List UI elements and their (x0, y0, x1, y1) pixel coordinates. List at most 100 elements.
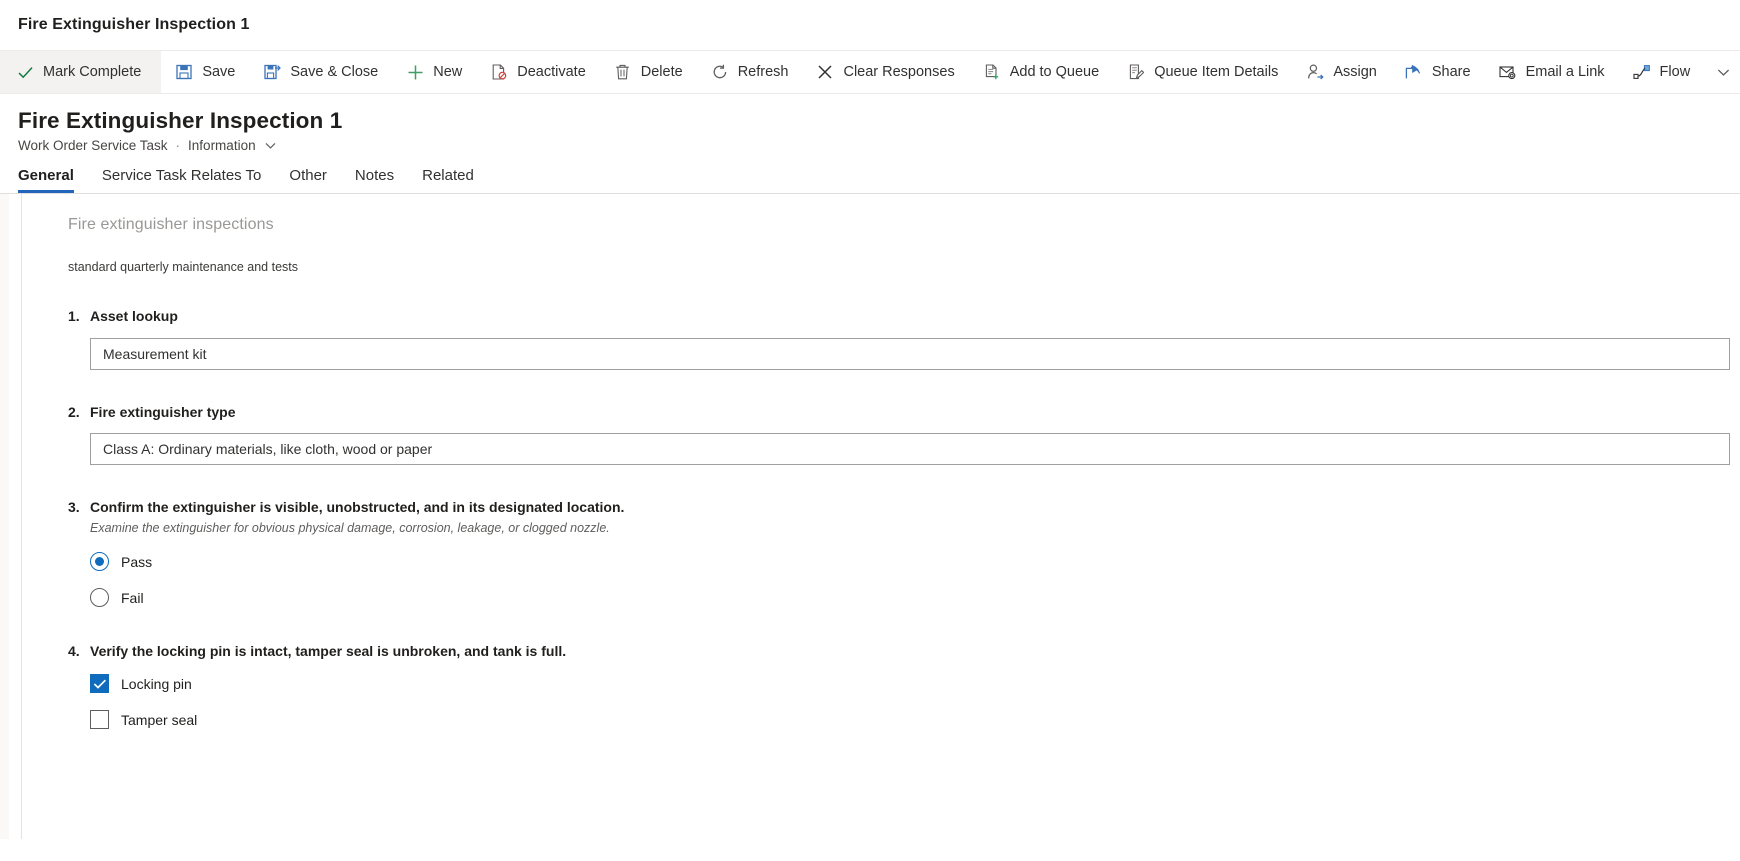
share-icon (1405, 63, 1423, 81)
save-icon (175, 63, 193, 81)
inspection-description: standard quarterly maintenance and tests (68, 259, 298, 274)
share-label: Share (1431, 64, 1471, 80)
checkbox-option-locking-pin[interactable]: Locking pin (90, 673, 1740, 695)
tab-service-task-relates-to[interactable]: Service Task Relates To (88, 167, 276, 193)
email-a-link-label: Email a Link (1525, 64, 1605, 80)
form-tab-list: General Service Task Relates To Other No… (0, 152, 1740, 193)
close-x-icon (816, 63, 834, 81)
email-a-link-button[interactable]: Email a Link (1485, 51, 1619, 93)
subtitle-separator: · (175, 137, 181, 153)
add-to-queue-label: Add to Queue (1009, 64, 1100, 80)
question-3-options: Pass Fail (90, 551, 1740, 609)
save-and-close-icon (263, 63, 281, 81)
add-to-queue-icon (983, 63, 1001, 81)
chevron-down-icon (1714, 63, 1732, 81)
question-1-label: Asset lookup (90, 307, 178, 324)
question-3: 3. Confirm the extinguisher is visible, … (22, 497, 1740, 609)
question-2-label: Fire extinguisher type (90, 403, 236, 420)
question-1: 1. Asset lookup Measurement kit (22, 306, 1740, 370)
question-4: 4. Verify the locking pin is intact, tam… (22, 641, 1740, 731)
share-button[interactable]: Share (1391, 51, 1485, 93)
fire-extinguisher-type-value: Class A: Ordinary materials, like cloth,… (103, 440, 433, 457)
flow-label: Flow (1659, 64, 1691, 80)
save-button[interactable]: Save (161, 51, 249, 93)
assign-person-icon (1306, 63, 1324, 81)
assign-label: Assign (1333, 64, 1377, 80)
question-1-number: 1. (68, 307, 80, 324)
tab-notes-label: Notes (354, 166, 395, 184)
save-and-close-label: Save & Close (290, 64, 379, 80)
deactivate-button[interactable]: Deactivate (476, 51, 600, 93)
queue-item-details-button[interactable]: Queue Item Details (1113, 51, 1292, 93)
tab-service-task-relates-to-label: Service Task Relates To (101, 166, 262, 184)
question-4-options: Locking pin Tamper seal (90, 673, 1740, 731)
question-2-number: 2. (68, 403, 80, 420)
radio-option-pass[interactable]: Pass (90, 551, 1740, 573)
delete-button[interactable]: Delete (600, 51, 697, 93)
fire-extinguisher-type-dropdown[interactable]: Class A: Ordinary materials, like cloth,… (90, 432, 1730, 465)
checkmark-icon (16, 63, 34, 81)
trash-icon (614, 63, 632, 81)
radio-option-fail-label: Fail (121, 589, 144, 606)
question-3-label: Confirm the extinguisher is visible, uno… (90, 498, 625, 515)
mark-complete-button[interactable]: Mark Complete (0, 51, 162, 93)
question-4-label: Verify the locking pin is intact, tamper… (90, 642, 567, 659)
radio-unchecked-icon[interactable] (90, 588, 109, 608)
new-label: New (433, 64, 463, 80)
left-rail (0, 193, 9, 839)
question-2: 2. Fire extinguisher type Class A: Ordin… (22, 402, 1740, 465)
asset-lookup-value: Measurement kit (103, 345, 207, 362)
radio-checked-icon[interactable] (90, 552, 109, 572)
refresh-label: Refresh (737, 64, 789, 80)
clear-responses-button[interactable]: Clear Responses (802, 51, 968, 93)
email-link-icon (1499, 63, 1517, 81)
tab-other[interactable]: Other (275, 167, 341, 193)
tab-related-label: Related (422, 166, 474, 184)
new-button[interactable]: New (392, 51, 476, 93)
inspection-form: Fire extinguisher inspections standard q… (22, 194, 1740, 839)
checkbox-option-locking-pin-label: Locking pin (121, 675, 192, 692)
radio-option-pass-label: Pass (121, 553, 153, 570)
checkbox-checked-icon[interactable] (90, 674, 109, 694)
deactivate-label: Deactivate (517, 64, 586, 80)
command-bar: Mark Complete Save Save & Close New Deac… (0, 50, 1740, 94)
refresh-button[interactable]: Refresh (697, 51, 803, 93)
window-title: Fire Extinguisher Inspection 1 (18, 16, 250, 33)
mark-complete-label: Mark Complete (43, 64, 142, 80)
refresh-icon (711, 63, 729, 81)
plus-icon (406, 63, 424, 81)
deactivate-icon (490, 63, 508, 81)
rail-gap (9, 193, 21, 839)
clear-responses-label: Clear Responses (843, 64, 955, 80)
record-subtitle: Work Order Service Task · Information (18, 138, 1740, 153)
add-to-queue-button[interactable]: Add to Queue (969, 51, 1114, 93)
flow-button[interactable]: Flow (1619, 51, 1705, 93)
flow-icon (1632, 63, 1651, 81)
tab-general[interactable]: General (18, 167, 88, 193)
delete-label: Delete (640, 64, 683, 80)
question-4-number: 4. (68, 642, 80, 659)
checkbox-option-tamper-seal[interactable]: Tamper seal (90, 709, 1740, 731)
assign-button[interactable]: Assign (1292, 51, 1391, 93)
form-content-area: Fire extinguisher inspections standard q… (0, 193, 1740, 839)
save-label: Save (202, 64, 236, 80)
command-bar-overflow-button[interactable] (1704, 51, 1740, 93)
tab-related[interactable]: Related (408, 167, 488, 193)
queue-item-details-label: Queue Item Details (1154, 64, 1279, 80)
radio-option-fail[interactable]: Fail (90, 587, 1740, 609)
entity-name: Work Order Service Task (18, 137, 168, 153)
queue-item-details-icon (1127, 63, 1145, 81)
asset-lookup-input[interactable]: Measurement kit (90, 337, 1730, 370)
checkbox-unchecked-icon[interactable] (90, 710, 109, 730)
question-3-hint: Examine the extinguisher for obvious phy… (90, 520, 610, 535)
window-title-bar: Fire Extinguisher Inspection 1 (0, 0, 1740, 50)
save-and-close-button[interactable]: Save & Close (249, 51, 392, 93)
checkbox-option-tamper-seal-label: Tamper seal (121, 711, 198, 728)
form-selector-label[interactable]: Information (188, 138, 256, 153)
question-3-number: 3. (68, 498, 80, 515)
tab-notes[interactable]: Notes (341, 167, 408, 193)
chevron-down-icon[interactable] (264, 139, 277, 152)
tab-other-label: Other (289, 166, 327, 184)
record-header: Fire Extinguisher Inspection 1 Work Orde… (0, 94, 1740, 153)
tab-general-label: General (18, 166, 74, 184)
